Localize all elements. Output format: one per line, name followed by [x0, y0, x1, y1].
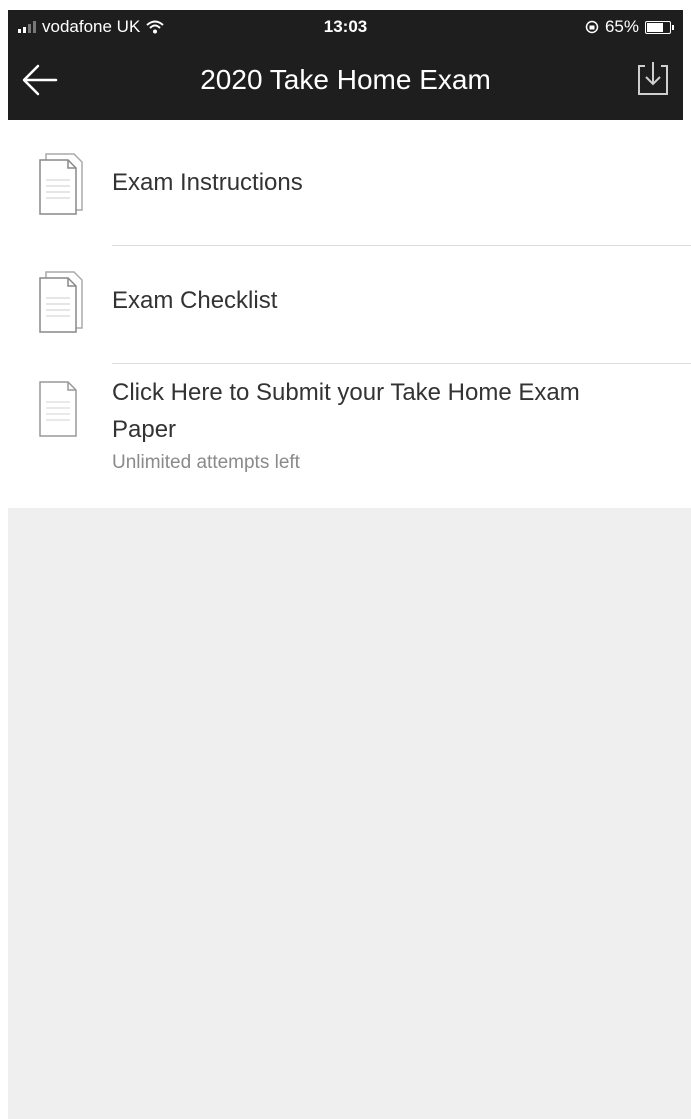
documents-icon — [39, 153, 83, 215]
empty-content-area — [8, 508, 691, 1119]
list-item-exam-instructions[interactable]: Exam Instructions — [0, 128, 691, 246]
item-subtitle: Unlimited attempts left — [112, 452, 300, 473]
battery-percent: 65% — [604, 17, 639, 36]
status-bar: vodafone UK 13:03 65% — [8, 10, 683, 44]
item-label: Exam Checklist — [112, 287, 278, 314]
app-header: vodafone UK 13:03 65% 2020 Take Home Exa… — [8, 10, 683, 120]
list-item-exam-checklist[interactable]: Exam Checklist — [0, 246, 691, 364]
orientation-lock-icon — [585, 20, 599, 34]
item-label: Click Here to Submit your Take Home Exam… — [112, 379, 580, 443]
download-icon — [638, 62, 668, 95]
page-title: 2020 Take Home Exam — [200, 64, 491, 95]
nav-row: 2020 Take Home Exam — [8, 46, 683, 118]
document-icon — [39, 381, 77, 437]
content-list: Exam Instructions Exam Checklist Click H… — [0, 128, 691, 499]
item-label: Exam Instructions — [112, 169, 303, 196]
documents-icon — [39, 271, 83, 333]
list-item-submit-exam[interactable]: Click Here to Submit your Take Home Exam… — [0, 364, 691, 499]
battery-icon — [645, 20, 674, 34]
status-time: 13:03 — [323, 17, 368, 36]
download-button[interactable] — [635, 58, 671, 98]
status-right: 65% — [585, 17, 674, 37]
